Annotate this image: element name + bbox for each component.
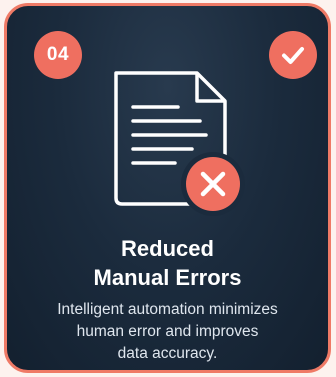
card-title-line-2: Manual Errors <box>93 265 242 290</box>
card-title-line-1: Reduced <box>121 236 214 261</box>
feature-card: 04 Reduced Manual Errors Intelligent aut… <box>4 3 331 373</box>
card-description-line-3: data accuracy. <box>117 345 218 362</box>
card-description-line-2: human error and improves <box>76 323 259 340</box>
card-description-line-1: Intelligent automation minimizes <box>57 301 278 318</box>
error-x-icon <box>181 152 245 216</box>
